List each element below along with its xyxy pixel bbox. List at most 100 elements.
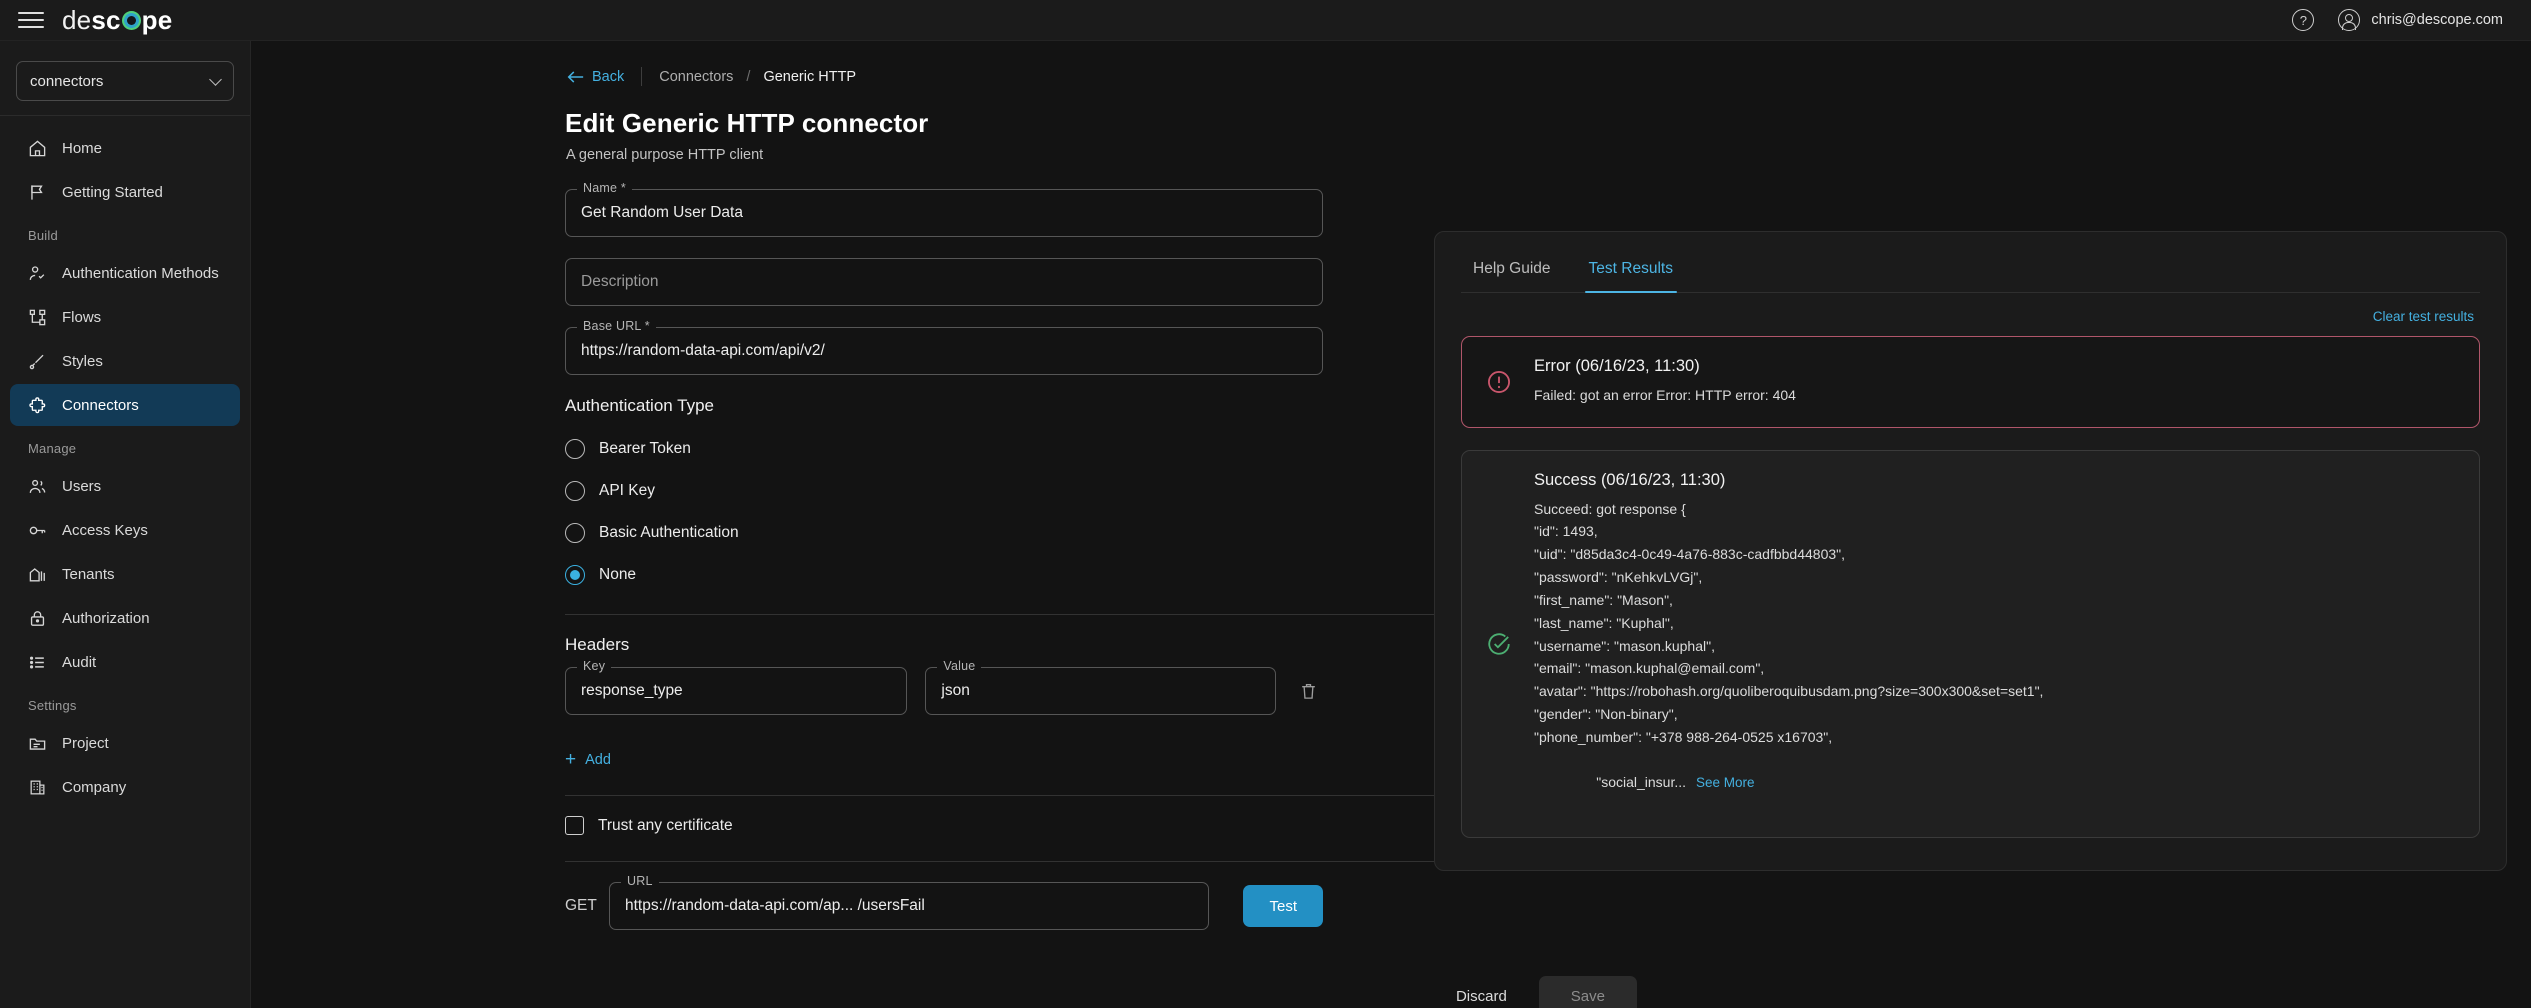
- key-icon: [29, 526, 46, 534]
- json-line: "email": "mason.kuphal@email.com",: [1534, 660, 1765, 677]
- sidebar-item-getting-started[interactable]: Getting Started: [10, 171, 240, 213]
- test-url-input[interactable]: https://random-data-api.com/ap... /users…: [609, 882, 1210, 930]
- save-button[interactable]: Save: [1538, 976, 1637, 1008]
- http-method-label: GET: [565, 897, 597, 914]
- see-more-link[interactable]: See More: [1696, 775, 1755, 790]
- json-line: "username": "mason.kuphal",: [1534, 637, 1715, 654]
- help-icon[interactable]: ?: [2292, 9, 2315, 31]
- success-card-body: Success (06/16/23, 11:30) Succeed: got r…: [1534, 471, 2455, 818]
- name-input[interactable]: Get Random User Data: [565, 189, 1323, 237]
- add-header-button[interactable]: + Add: [565, 750, 1323, 769]
- sidebar-item-company[interactable]: Company: [10, 766, 240, 808]
- lock-icon: [30, 610, 45, 626]
- breadcrumb-current: Generic HTTP: [763, 68, 857, 85]
- json-line: "uid": "d85da3c4-0c49-4a76-883c-cadfbbd4…: [1534, 546, 1845, 563]
- tab-help-guide[interactable]: Help Guide: [1469, 250, 1555, 292]
- checkbox-icon[interactable]: [565, 816, 584, 835]
- description-field[interactable]: Description: [565, 258, 1323, 306]
- sidebar: connectors Home Getting Started Build Au…: [0, 41, 251, 1008]
- arrow-left-icon: [567, 70, 584, 83]
- header-value-input[interactable]: json: [925, 667, 1277, 715]
- auth-option-label: None: [599, 566, 637, 583]
- test-button[interactable]: Test: [1243, 885, 1323, 927]
- description-input[interactable]: Description: [565, 258, 1323, 306]
- json-line: "id": 1493,: [1534, 523, 1598, 540]
- page-subtitle: A general purpose HTTP client: [566, 147, 764, 163]
- auth-option-basic-authentication[interactable]: Basic Authentication: [565, 512, 1323, 554]
- tab-test-results[interactable]: Test Results: [1584, 250, 1678, 293]
- auth-option-bearer-token[interactable]: Bearer Token: [565, 428, 1323, 470]
- discard-button[interactable]: Discard: [1438, 978, 1525, 1008]
- body-row: connectors Home Getting Started Build Au…: [0, 41, 2531, 1008]
- header-key-field[interactable]: Key response_type: [565, 659, 908, 715]
- brush-icon: [29, 354, 44, 369]
- user-menu[interactable]: chris@descope.com: [2338, 9, 2503, 31]
- sidebar-item-authentication-methods[interactable]: Authentication Methods: [10, 252, 240, 294]
- auth-option-label: Bearer Token: [599, 440, 691, 457]
- sidebar-item-authorization[interactable]: Authorization: [10, 597, 240, 639]
- breadcrumb-parent[interactable]: Connectors: [659, 69, 733, 85]
- error-title: Error (06/16/23, 11:30): [1534, 357, 1700, 375]
- header-key-input[interactable]: response_type: [565, 667, 908, 715]
- sidebar-item-label: Authorization: [62, 609, 150, 627]
- project-selector[interactable]: connectors: [16, 61, 234, 101]
- trust-certificate-checkbox[interactable]: Trust any certificate: [565, 816, 1323, 835]
- radio-icon[interactable]: [565, 439, 585, 459]
- sidebar-item-label: Audit: [62, 653, 97, 671]
- breadcrumb-separator: /: [746, 68, 751, 85]
- header-value-label: Value: [937, 659, 982, 673]
- office-icon: [30, 780, 45, 794]
- radio-icon[interactable]: [565, 481, 585, 501]
- avatar-icon: [2338, 9, 2361, 31]
- top-bar-right: ? chris@descope.com: [2292, 9, 2503, 31]
- json-line: "phone_number": "+378 988-264-0525 x1670…: [1534, 728, 1833, 745]
- error-card-inner: Error (06/16/23, 11:30) Failed: got an e…: [1486, 357, 1796, 407]
- sidebar-item-tenants[interactable]: Tenants: [10, 553, 240, 595]
- brand-bold-1: sc: [91, 4, 121, 35]
- back-button[interactable]: Back: [567, 69, 624, 85]
- json-line: "avatar": "https://robohash.org/quoliber…: [1534, 683, 2044, 700]
- sidebar-item-styles[interactable]: Styles: [10, 340, 240, 382]
- header-row: Key response_type Value json: [565, 659, 1323, 736]
- users-icon: [29, 479, 46, 493]
- header-value-field[interactable]: Value json: [925, 659, 1277, 715]
- json-line: "last_name": "Kuphal",: [1534, 614, 1674, 631]
- sidebar-item-connectors[interactable]: Connectors: [10, 384, 240, 426]
- breadcrumb: Back Connectors / Generic HTTP: [251, 41, 2531, 86]
- truncated-text: "social_insur...: [1596, 774, 1687, 791]
- menu-toggle-icon[interactable]: [18, 7, 44, 33]
- plus-icon: +: [565, 749, 577, 770]
- base-url-field[interactable]: Base URL * https://random-data-api.com/a…: [565, 319, 1323, 375]
- panel-tabs: Help Guide Test Results: [1461, 250, 2480, 293]
- auth-option-none[interactable]: None: [565, 554, 1323, 596]
- sidebar-item-label: Connectors: [62, 396, 139, 414]
- sidebar-item-project[interactable]: Project: [10, 722, 240, 764]
- auth-option-api-key[interactable]: API Key: [565, 470, 1323, 512]
- sidebar-divider: [0, 115, 250, 116]
- sidebar-item-audit[interactable]: Audit: [10, 641, 240, 683]
- test-url-field[interactable]: URL https://random-data-api.com/ap... /u…: [609, 874, 1210, 930]
- delete-header-button[interactable]: [1294, 667, 1323, 715]
- sidebar-item-home[interactable]: Home: [10, 127, 240, 169]
- sidebar-item-label: Authentication Methods: [62, 264, 219, 282]
- radio-icon-selected[interactable]: [565, 565, 585, 585]
- sidebar-item-label: Styles: [62, 352, 103, 370]
- base-url-label: Base URL *: [577, 319, 656, 333]
- brand-bold-2: pe: [141, 4, 173, 35]
- sidebar-group-manage: Manage: [28, 441, 77, 456]
- form-footer-buttons: Discard Save: [565, 976, 1637, 1008]
- sidebar-item-flows[interactable]: Flows: [10, 296, 240, 338]
- json-line-truncated: "social_insur... See More: [1534, 749, 2455, 818]
- radio-icon[interactable]: [565, 523, 585, 543]
- sidebar-item-users[interactable]: Users: [10, 465, 240, 507]
- auth-option-label: Basic Authentication: [599, 524, 739, 541]
- logo-globe-icon: [121, 10, 141, 30]
- base-url-input[interactable]: https://random-data-api.com/api/v2/: [565, 327, 1323, 375]
- sidebar-item-label: Company: [62, 778, 127, 796]
- test-url-label: URL: [621, 874, 659, 888]
- project-selector-value: connectors: [30, 72, 104, 90]
- sidebar-item-access-keys[interactable]: Access Keys: [10, 509, 240, 551]
- app-root: de sc pe ? chris@descope.com connectors Ho…: [0, 0, 2531, 1008]
- name-field[interactable]: Name * Get Random User Data: [565, 181, 1323, 237]
- clear-test-results-link[interactable]: Clear test results: [1461, 309, 2474, 324]
